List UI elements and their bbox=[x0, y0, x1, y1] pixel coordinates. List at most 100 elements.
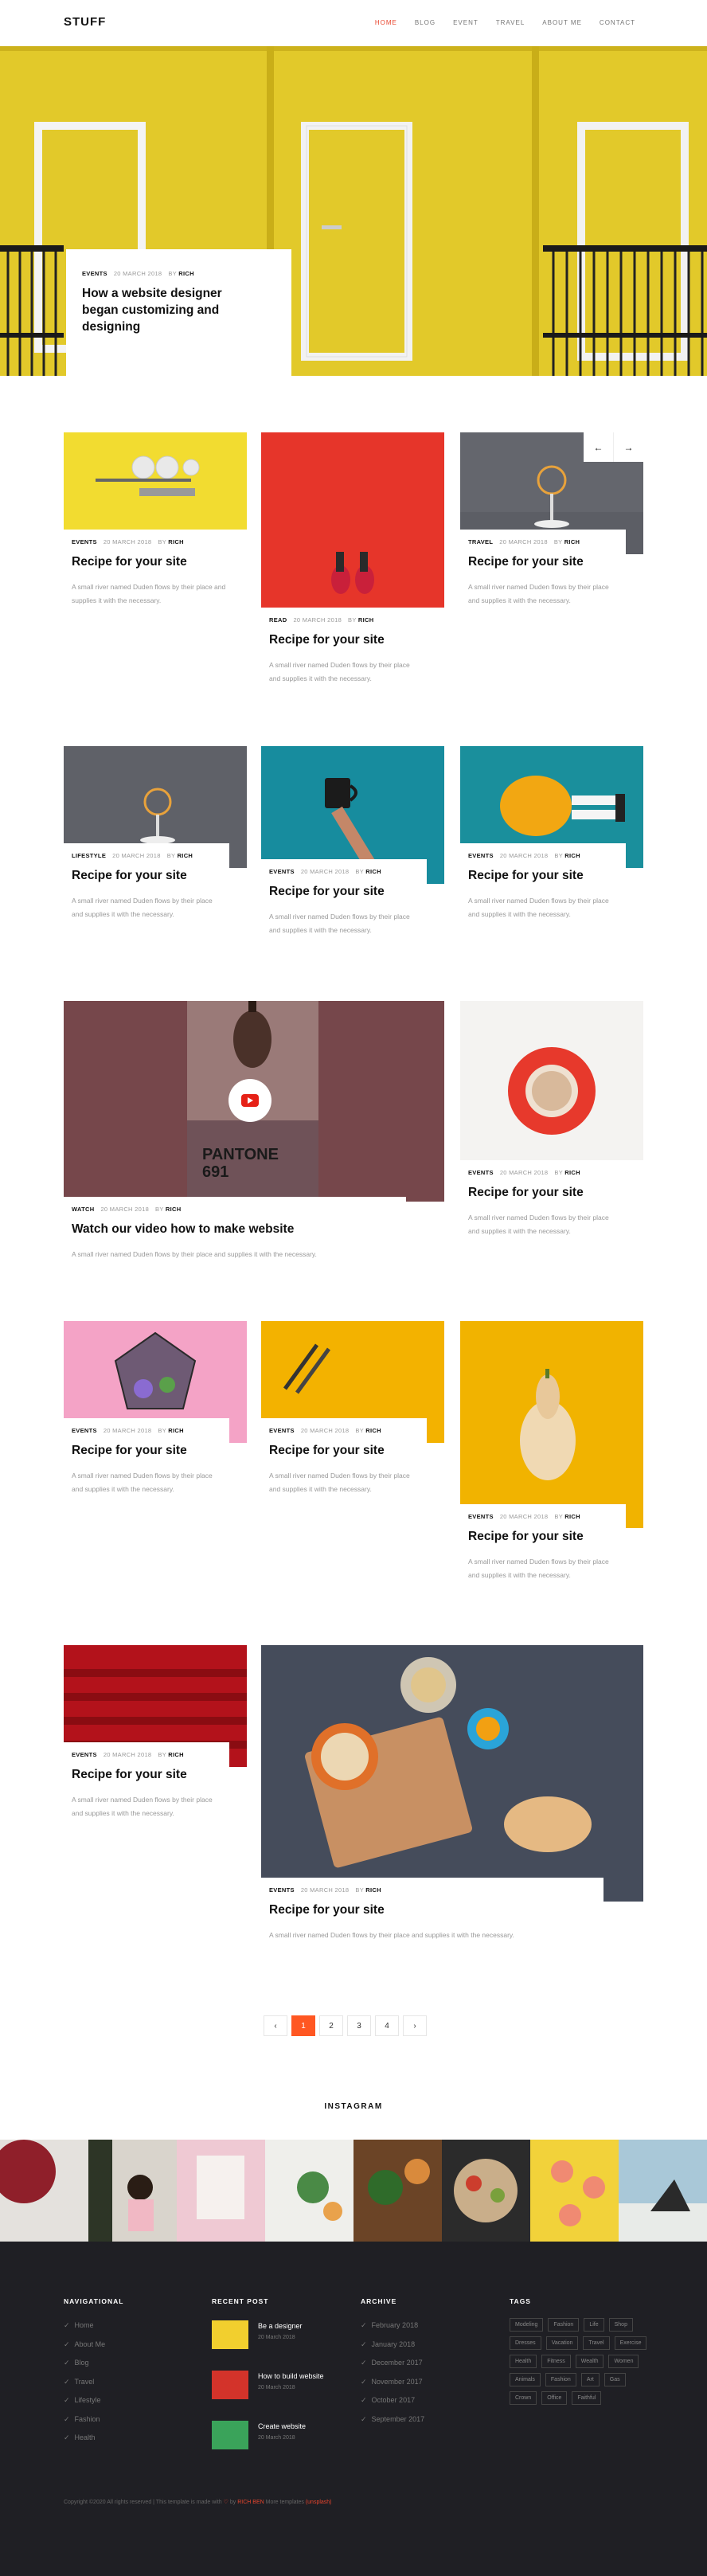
tag[interactable]: Vacation bbox=[545, 2336, 579, 2350]
tag[interactable]: Crown bbox=[510, 2391, 537, 2405]
instagram-photo[interactable] bbox=[619, 2140, 707, 2242]
post-author[interactable]: RICH bbox=[564, 852, 580, 859]
post-image-2[interactable] bbox=[261, 432, 444, 608]
instagram-photo[interactable] bbox=[265, 2140, 354, 2242]
archive-link[interactable]: October 2017 bbox=[361, 2396, 424, 2415]
tag[interactable]: Dresses bbox=[510, 2336, 541, 2350]
post-title[interactable]: Recipe for your site bbox=[468, 869, 618, 883]
post-category[interactable]: EVENTS bbox=[72, 538, 97, 545]
nav-about[interactable]: ABOUT ME bbox=[542, 19, 582, 26]
instagram-photo[interactable] bbox=[442, 2140, 530, 2242]
instagram-photo[interactable] bbox=[177, 2140, 265, 2242]
page-next-button[interactable]: › bbox=[403, 2015, 427, 2036]
post-category[interactable]: EVENTS bbox=[468, 1513, 494, 1520]
page-2-button[interactable]: 2 bbox=[319, 2015, 343, 2036]
tag[interactable]: Modeling bbox=[510, 2318, 544, 2332]
post-author[interactable]: RICH bbox=[168, 1427, 184, 1434]
nav-blog[interactable]: BLOG bbox=[415, 19, 436, 26]
post-title[interactable]: Recipe for your site bbox=[468, 555, 618, 569]
footer-link[interactable]: Lifestyle bbox=[64, 2396, 123, 2415]
recent-post-thumbnail[interactable] bbox=[212, 2371, 248, 2399]
post-category[interactable]: EVENTS bbox=[72, 1751, 97, 1758]
copyright-source-link[interactable]: (unsplash) bbox=[306, 2500, 332, 2505]
post-title[interactable]: Recipe for your site bbox=[72, 869, 221, 883]
tag[interactable]: Gas bbox=[603, 2373, 626, 2386]
post-title[interactable]: Recipe for your site bbox=[269, 1903, 596, 1917]
recent-post-title[interactable]: Be a designer bbox=[258, 2322, 303, 2330]
instagram-photo[interactable] bbox=[0, 2140, 88, 2242]
post-title[interactable]: Recipe for your site bbox=[269, 1444, 419, 1458]
tag[interactable]: Exercise bbox=[614, 2336, 647, 2350]
archive-link[interactable]: January 2018 bbox=[361, 2340, 424, 2359]
post-category[interactable]: WATCH bbox=[72, 1206, 94, 1213]
post-author[interactable]: RICH bbox=[168, 1751, 184, 1758]
hero-category[interactable]: EVENTS bbox=[82, 270, 107, 277]
post-category[interactable]: EVENTS bbox=[72, 1427, 97, 1434]
nav-home[interactable]: HOME bbox=[375, 19, 397, 26]
footer-link[interactable]: About Me bbox=[64, 2340, 123, 2359]
page-3-button[interactable]: 3 bbox=[347, 2015, 371, 2036]
post-image-11[interactable] bbox=[460, 1321, 643, 1528]
footer-link[interactable]: Travel bbox=[64, 2378, 123, 2397]
post-category[interactable]: EVENTS bbox=[468, 852, 494, 859]
copyright-studio-link[interactable]: RICH BEN bbox=[237, 2500, 264, 2505]
tag[interactable]: Life bbox=[584, 2318, 604, 2332]
post-image-13[interactable] bbox=[261, 1645, 643, 1902]
nav-travel[interactable]: TRAVEL bbox=[496, 19, 525, 26]
tag[interactable]: Art bbox=[580, 2373, 600, 2386]
recent-post-title[interactable]: Create website bbox=[258, 2422, 306, 2430]
footer-link[interactable]: Fashion bbox=[64, 2415, 123, 2434]
archive-link[interactable]: September 2017 bbox=[361, 2415, 425, 2434]
post-image-8[interactable] bbox=[460, 1001, 643, 1160]
instagram-photo[interactable] bbox=[354, 2140, 442, 2242]
carousel-prev-arrow-icon[interactable]: ← bbox=[584, 432, 614, 462]
post-author[interactable]: RICH bbox=[168, 538, 184, 545]
archive-link[interactable]: February 2018 bbox=[361, 2321, 424, 2340]
post-author[interactable]: RICH bbox=[365, 868, 381, 875]
post-title[interactable]: Recipe for your site bbox=[72, 1768, 221, 1782]
page-1-button[interactable]: 1 bbox=[291, 2015, 315, 2036]
post-title[interactable]: Recipe for your site bbox=[269, 633, 419, 647]
tag[interactable]: Faithful bbox=[572, 2391, 602, 2405]
tag[interactable]: Fashion bbox=[548, 2318, 580, 2332]
recent-post[interactable]: Create website 20 March 2018 bbox=[212, 2421, 324, 2456]
post-title[interactable]: Recipe for your site bbox=[72, 555, 239, 569]
recent-post-thumbnail[interactable] bbox=[212, 2421, 248, 2449]
tag[interactable]: Fashion bbox=[545, 2373, 576, 2386]
tag[interactable]: Travel bbox=[583, 2336, 610, 2350]
post-title[interactable]: Watch our video how to make website bbox=[72, 1222, 398, 1237]
post-category[interactable]: EVENTS bbox=[269, 1427, 295, 1434]
tag[interactable]: Shop bbox=[608, 2318, 633, 2332]
tag[interactable]: Wealth bbox=[575, 2355, 604, 2368]
post-category[interactable]: READ bbox=[269, 616, 287, 623]
footer-link[interactable]: Blog bbox=[64, 2359, 123, 2378]
archive-link[interactable]: November 2017 bbox=[361, 2378, 424, 2397]
hero-title[interactable]: How a website designer began customizing… bbox=[82, 285, 257, 335]
post-title[interactable]: Recipe for your site bbox=[269, 885, 419, 899]
recent-post[interactable]: How to build website 20 March 2018 bbox=[212, 2371, 324, 2406]
footer-link[interactable]: Health bbox=[64, 2433, 123, 2453]
tag[interactable]: Animals bbox=[510, 2373, 541, 2386]
post-author[interactable]: RICH bbox=[358, 616, 374, 623]
archive-link[interactable]: December 2017 bbox=[361, 2359, 424, 2378]
post-category[interactable]: LIFESTYLE bbox=[72, 852, 106, 859]
post-title[interactable]: Recipe for your site bbox=[468, 1530, 618, 1544]
tag[interactable]: Women bbox=[608, 2355, 639, 2368]
post-author[interactable]: RICH bbox=[564, 1169, 580, 1176]
post-category[interactable]: EVENTS bbox=[269, 1886, 295, 1894]
tag[interactable]: Fitness bbox=[541, 2355, 571, 2368]
post-category[interactable]: TRAVEL bbox=[468, 538, 493, 545]
tag[interactable]: Office bbox=[541, 2391, 568, 2405]
carousel-next-arrow-icon[interactable]: → bbox=[614, 432, 643, 462]
post-author[interactable]: RICH bbox=[564, 1513, 580, 1520]
hero-author[interactable]: RICH bbox=[178, 270, 194, 277]
recent-post-thumbnail[interactable] bbox=[212, 2320, 248, 2349]
instagram-photo[interactable] bbox=[530, 2140, 619, 2242]
play-button[interactable] bbox=[229, 1079, 271, 1122]
page-prev-button[interactable]: ‹ bbox=[264, 2015, 287, 2036]
nav-contact[interactable]: CONTACT bbox=[600, 19, 635, 26]
nav-event[interactable]: EVENT bbox=[453, 19, 478, 26]
recent-post-title[interactable]: How to build website bbox=[258, 2372, 324, 2380]
instagram-photo[interactable] bbox=[88, 2140, 177, 2242]
post-title[interactable]: Recipe for your site bbox=[468, 1186, 618, 1200]
